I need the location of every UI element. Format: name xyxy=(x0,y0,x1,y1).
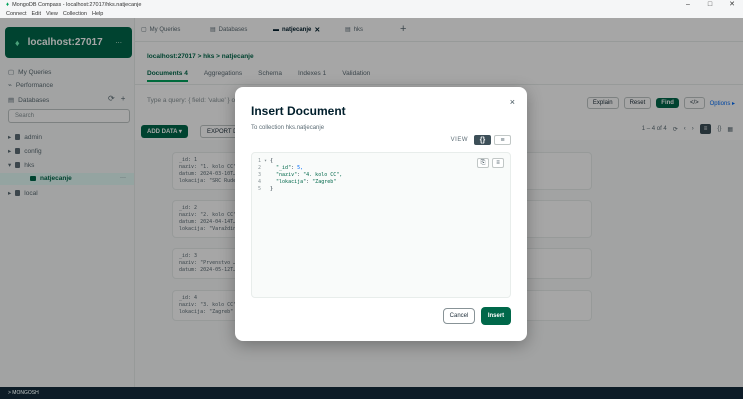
copy-icon[interactable]: ⎘ xyxy=(477,158,489,168)
code-value: "Zagreb" xyxy=(312,179,337,185)
window-controls: – □ ✕ xyxy=(677,0,743,10)
menu-collection[interactable]: Collection xyxy=(63,11,87,17)
menu-connect[interactable]: Connect xyxy=(6,11,27,17)
shell-bar[interactable]: > MONGOSH xyxy=(0,387,743,399)
mongodb-leaf-icon: ♦ xyxy=(6,2,10,8)
code-text: } xyxy=(270,186,274,192)
cancel-button[interactable]: Cancel xyxy=(443,308,475,324)
menu-help[interactable]: Help xyxy=(92,11,103,17)
close-icon[interactable]: × xyxy=(510,97,515,107)
code-value: 5, xyxy=(297,165,304,171)
code-line: 5} xyxy=(258,186,273,192)
mongosh-label: > MONGOSH xyxy=(8,390,39,396)
code-key: "lokacija" xyxy=(276,179,307,185)
line-number: 1 ▾ xyxy=(258,158,268,164)
close-window-button[interactable]: ✕ xyxy=(721,0,743,10)
line-number: 2 xyxy=(258,165,262,171)
editor-actions: ⎘ ≡ xyxy=(477,158,504,168)
insert-button[interactable]: Insert xyxy=(481,307,511,325)
code-key: "_id" xyxy=(276,165,292,171)
json-editor[interactable]: ⎘ ≡ 1 ▾{ 2 "_id": 5, 3 "naziv": "4. kolo… xyxy=(251,152,511,298)
line-number: 4 xyxy=(258,179,262,185)
modal-subtitle: To collection hks.natjecanje xyxy=(251,125,325,131)
menu-bar: Connect Edit View Collection Help xyxy=(0,10,743,18)
window-title: MongoDB Compass - localhost:27017/hks.na… xyxy=(12,2,142,8)
line-number: 3 xyxy=(258,172,262,178)
view-switcher: VIEW {} ≡ xyxy=(451,135,511,145)
code-line: 4 "lokacija": "Zagreb" xyxy=(258,179,336,185)
code-value: "4. kolo CC", xyxy=(303,172,343,178)
insert-document-modal: Insert Document × To collection hks.natj… xyxy=(235,87,527,341)
code-key: "naziv" xyxy=(276,172,298,178)
code-text: { xyxy=(270,158,274,164)
json-view-icon[interactable]: {} xyxy=(474,135,491,145)
list-view-icon[interactable]: ≡ xyxy=(494,135,511,145)
minimize-button[interactable]: – xyxy=(677,0,699,10)
menu-view[interactable]: View xyxy=(46,11,58,17)
modal-title: Insert Document xyxy=(251,104,346,118)
maximize-button[interactable]: □ xyxy=(699,0,721,10)
code-line: 2 "_id": 5, xyxy=(258,165,303,171)
title-bar: ♦ MongoDB Compass - localhost:27017/hks.… xyxy=(0,0,743,10)
menu-edit[interactable]: Edit xyxy=(32,11,41,17)
view-label: VIEW xyxy=(450,137,468,143)
format-icon[interactable]: ≡ xyxy=(492,158,504,168)
line-number: 5 xyxy=(258,186,262,192)
code-line: 3 "naziv": "4. kolo CC", xyxy=(258,172,342,178)
code-line: 1 ▾{ xyxy=(258,158,273,164)
